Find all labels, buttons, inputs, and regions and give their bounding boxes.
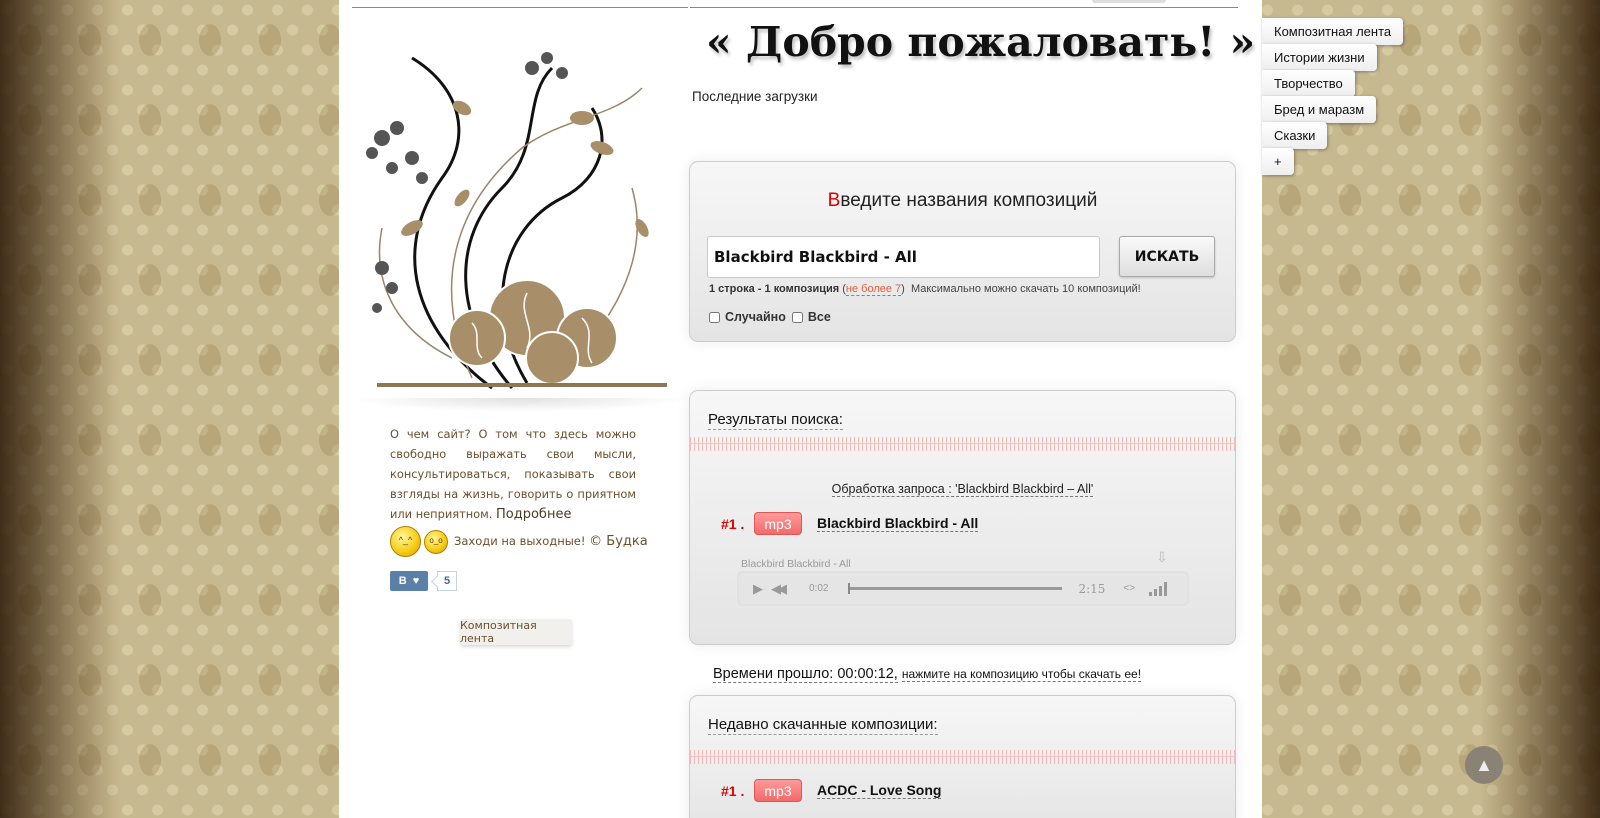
main-content: « Добро пожаловать! » Последние загрузки…	[689, 0, 1262, 818]
option-all-label: Все	[807, 310, 831, 324]
embed-icon[interactable]: <>	[1123, 583, 1135, 594]
progress-handle[interactable]	[848, 583, 851, 594]
option-random[interactable]: Случайно	[709, 310, 786, 324]
search-panel: Введите названия композиций ИСКАТЬ 1 стр…	[689, 161, 1236, 342]
vk-like-widget: В ♥ 5	[390, 571, 457, 591]
sidebar-left: О чем сайт? О том что здесь можно свобод…	[339, 0, 689, 818]
composite-feed-button[interactable]: Композитная лента	[460, 619, 572, 645]
track-title[interactable]: ACDC - Love Song	[817, 782, 942, 799]
copyright: © Будка	[589, 534, 648, 549]
recent-heading: Недавно скачанные композиции:	[708, 716, 938, 735]
top-tab-stub	[1092, 0, 1166, 3]
vk-like-count: 5	[437, 571, 457, 591]
smiley-icon: ^_^	[390, 526, 421, 557]
rewind-icon[interactable]: ◀◀	[771, 581, 787, 597]
weekend-message: Заходи на выходные!	[454, 534, 586, 548]
recent-uploads-label: Последние загрузки	[692, 89, 818, 104]
search-title-rest: ведите названия композиций	[840, 190, 1098, 211]
progress-bar[interactable]	[848, 583, 1063, 594]
hint-limit-link[interactable]: не более 7	[845, 283, 902, 296]
tag-composite-feed[interactable]: Композитная лента	[1262, 18, 1404, 45]
query-text: Обработка запроса : 'Blackbird Blackbird…	[831, 482, 1094, 497]
list-item[interactable]: #1 . mp3 Blackbird Blackbird - All	[721, 512, 979, 535]
about-text: О чем сайт? О том что здесь можно свобод…	[390, 424, 636, 525]
search-title-initial: В	[827, 190, 841, 211]
search-title: Введите названия композиций	[690, 190, 1235, 212]
track-number: #1 .	[721, 782, 745, 799]
audio-player: ▶ ◀◀ 0:02 2:15 <>	[737, 571, 1189, 606]
elapsed-label: Времени прошло: 00:00:12,	[713, 666, 898, 683]
track-title[interactable]: Blackbird Blackbird - All	[817, 515, 979, 532]
download-icon[interactable]: ⇩	[1156, 549, 1168, 566]
volume-icon[interactable]	[1149, 581, 1168, 596]
vk-logo-icon: В	[398, 575, 407, 587]
divider	[352, 7, 688, 8]
recent-downloads-panel: Недавно скачанные композиции: #1 . mp3 A…	[689, 695, 1236, 818]
tag-nonsense[interactable]: Бред и маразм	[1262, 96, 1377, 123]
hint-max: Максимально можно скачать 10 композиций!	[910, 283, 1141, 295]
weekend-line: ^_^ o_o Заходи на выходные! © Будка	[390, 526, 648, 557]
heart-icon: ♥	[412, 575, 420, 587]
search-hint: 1 строка - 1 композиция (не более 7) Мак…	[709, 283, 1141, 296]
option-random-label: Случайно	[725, 310, 786, 324]
divider	[690, 7, 1238, 8]
hint-stats: 1 строка - 1 композиция	[709, 283, 840, 295]
about-more-link[interactable]: Подробнее	[496, 507, 571, 522]
scroll-to-top-button[interactable]: ▲	[1465, 746, 1503, 784]
random-checkbox[interactable]	[709, 311, 720, 323]
background-shade-right	[1480, 0, 1600, 818]
elapsed-hint: нажмите на композицию чтобы скачать ее!	[901, 667, 1142, 682]
smiley-sleepy-icon: o_o	[424, 529, 448, 554]
elapsed-time: Времени прошло: 00:00:12, нажмите на ком…	[713, 666, 1142, 683]
tag-creativity[interactable]: Творчество	[1262, 70, 1355, 97]
illustration-shadow	[349, 398, 689, 412]
page-container: О чем сайт? О том что здесь можно свобод…	[339, 0, 1262, 818]
all-checkbox[interactable]	[791, 311, 803, 323]
list-item[interactable]: #1 . mp3 ACDC - Love Song	[721, 779, 942, 802]
option-all[interactable]: Все	[791, 310, 831, 324]
arrow-up-icon: ▲	[1475, 754, 1493, 775]
waveform-divider	[690, 437, 1235, 451]
play-icon[interactable]: ▶	[753, 581, 763, 597]
background-shade-left	[0, 0, 120, 818]
current-time: 0:02	[809, 583, 829, 594]
tag-fairy-tales[interactable]: Сказки	[1262, 122, 1328, 149]
weekend-text: Заходи на выходные! © Будка	[454, 534, 648, 549]
mp3-badge[interactable]: mp3	[754, 779, 802, 802]
waveform-divider	[690, 750, 1235, 764]
vk-like-button[interactable]: В ♥	[390, 571, 428, 591]
player-track-name: Blackbird Blackbird - All	[741, 558, 851, 570]
tag-life-stories[interactable]: Истории жизни	[1262, 44, 1377, 71]
results-panel: Результаты поиска: Обработка запроса : '…	[689, 390, 1236, 645]
search-button[interactable]: ИСКАТЬ	[1119, 236, 1215, 277]
search-input[interactable]	[707, 236, 1100, 278]
track-number: #1 .	[721, 515, 745, 532]
results-heading: Результаты поиска:	[708, 411, 843, 430]
floral-illustration	[366, 52, 667, 390]
duration: 2:15	[1078, 581, 1106, 596]
query-info: Обработка запроса : 'Blackbird Blackbird…	[690, 482, 1235, 497]
page-title: « Добро пожаловать! »	[706, 18, 1256, 66]
search-options: Случайно Все	[709, 310, 837, 324]
tag-add[interactable]: +	[1262, 148, 1294, 175]
mp3-badge[interactable]: mp3	[754, 512, 802, 535]
